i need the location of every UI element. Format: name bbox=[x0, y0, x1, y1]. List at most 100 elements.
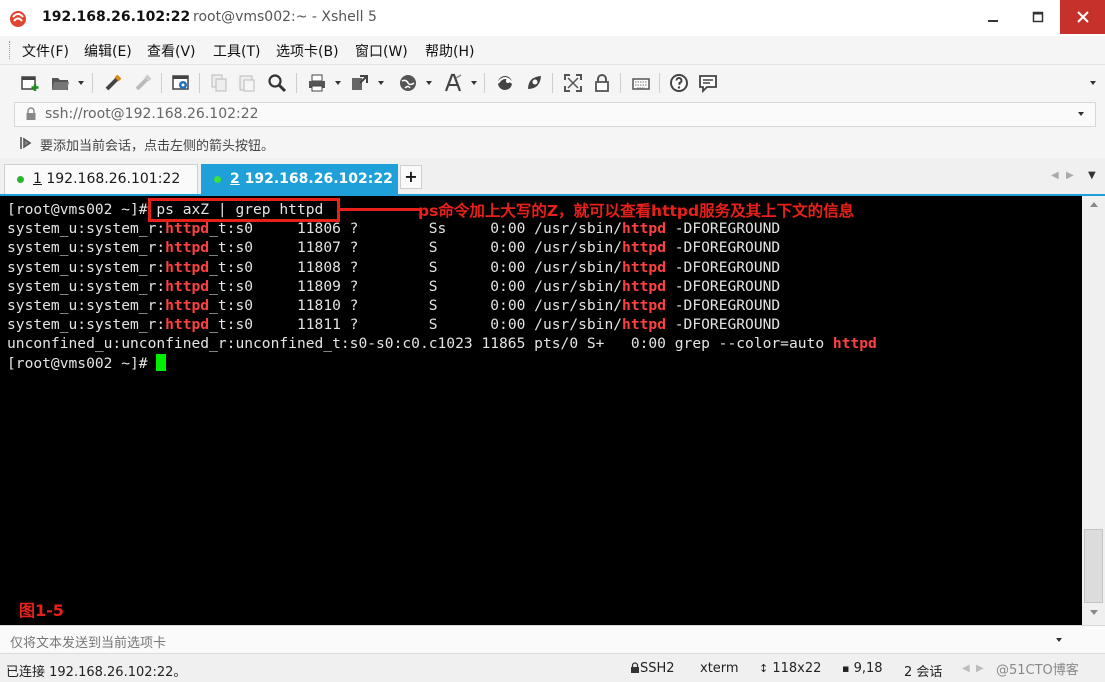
highlighted-match: httpd bbox=[622, 239, 666, 257]
help-icon[interactable] bbox=[668, 72, 690, 94]
compose-bar[interactable]: 仅将文本发送到当前选项卡 bbox=[0, 625, 1105, 654]
menu-help[interactable]: 帮助(H) bbox=[425, 41, 474, 61]
terminal-text: _t:s0 11808 ? S 0:00 /usr/sbin/ bbox=[209, 258, 623, 276]
terminal-output: [root@vms002 ~]# ps axZ | grep httpd syst… bbox=[7, 200, 877, 373]
print-dropdown-icon[interactable] bbox=[335, 81, 341, 85]
chat-icon[interactable] bbox=[697, 72, 719, 94]
copy-icon[interactable] bbox=[208, 72, 230, 94]
xshell-logo-icon bbox=[10, 11, 26, 27]
protocol-value: SSH2 bbox=[640, 661, 675, 676]
lock-icon[interactable] bbox=[591, 72, 613, 94]
paste-icon[interactable] bbox=[236, 72, 258, 94]
close-button[interactable] bbox=[1060, 0, 1105, 34]
new-tab-button[interactable]: + bbox=[400, 165, 422, 189]
xftp-icon[interactable] bbox=[494, 72, 516, 94]
annotation-arrow bbox=[340, 208, 422, 211]
window-title-host: 192.168.26.102:22 bbox=[42, 9, 191, 25]
toolbar-separator bbox=[659, 73, 660, 93]
menu-file[interactable]: 文件(F) bbox=[22, 41, 69, 61]
terminal-line: system_u:system_r:httpd_t:s0 11806 ? Ss … bbox=[7, 219, 877, 238]
scroll-up-icon[interactable] bbox=[1090, 202, 1098, 207]
terminal-text: unconfined_u:unconfined_r:unconfined_t:s… bbox=[7, 335, 833, 353]
toolbar-separator bbox=[161, 73, 162, 93]
toolbar bbox=[0, 64, 1105, 101]
print-icon[interactable] bbox=[306, 72, 328, 94]
address-input[interactable]: ssh://root@192.168.26.102:22 bbox=[14, 102, 1096, 127]
terminal-text: -DFOREGROUND bbox=[665, 258, 781, 276]
tab-session-2[interactable]: 2 192.168.26.102:22 bbox=[201, 164, 398, 194]
tab-list-dropdown-icon[interactable]: ▼ bbox=[1088, 170, 1096, 181]
globe-icon[interactable] bbox=[397, 72, 419, 94]
font-icon[interactable] bbox=[442, 72, 464, 94]
scroll-thumb[interactable] bbox=[1084, 529, 1103, 603]
status-scroll-left-icon[interactable]: ◀ bbox=[962, 663, 970, 674]
connected-status-icon bbox=[214, 176, 221, 183]
font-dropdown-icon[interactable] bbox=[471, 81, 477, 85]
terminal-text: _t:s0 11809 ? S 0:00 /usr/sbin/ bbox=[209, 277, 623, 295]
title-bar: 192.168.26.102:22 root@vms002:~ - Xshell… bbox=[0, 0, 1105, 36]
tab-session-1[interactable]: 1 192.168.26.101:22 bbox=[4, 164, 198, 194]
open-folder-icon[interactable] bbox=[49, 72, 71, 94]
status-scroll-right-icon[interactable]: ▶ bbox=[976, 663, 984, 674]
address-dropdown-icon[interactable] bbox=[1078, 112, 1084, 116]
highlighted-match: httpd bbox=[165, 258, 210, 276]
maximize-button[interactable] bbox=[1015, 0, 1060, 34]
terminal-area[interactable]: [root@vms002 ~]# ps axZ | grep httpd syst… bbox=[0, 196, 1082, 625]
tab-label: 192.168.26.102:22 bbox=[239, 171, 393, 187]
tab-scroll-right-icon[interactable]: ▶ bbox=[1066, 170, 1074, 181]
terminal-size-value: 118x22 bbox=[772, 661, 822, 676]
terminal-cursor bbox=[156, 353, 167, 371]
tab-number: 2 bbox=[230, 171, 240, 187]
globe-dropdown-icon[interactable] bbox=[426, 81, 432, 85]
terminal-text: system_u:system_r: bbox=[7, 316, 166, 334]
menu-view[interactable]: 查看(V) bbox=[147, 41, 196, 61]
close-icon bbox=[1076, 11, 1089, 23]
keyboard-icon[interactable] bbox=[630, 72, 652, 94]
transfer-dropdown-icon[interactable] bbox=[378, 81, 384, 85]
menu-window[interactable]: 窗口(W) bbox=[355, 41, 408, 61]
menu-tabs[interactable]: 选项卡(B) bbox=[276, 41, 339, 61]
reconnect-icon[interactable] bbox=[102, 72, 124, 94]
terminal-line: [root@vms002 ~]# bbox=[7, 353, 877, 373]
disconnect-icon[interactable] bbox=[132, 72, 154, 94]
session-count: 2 会话 bbox=[904, 665, 943, 680]
highlighted-match: httpd bbox=[832, 335, 877, 353]
menu-bar: 文件(F) 编辑(E) 查看(V) 工具(T) 选项卡(B) 窗口(W) 帮助(… bbox=[0, 36, 1105, 64]
transfer-icon[interactable] bbox=[349, 72, 371, 94]
toolbar-separator bbox=[92, 73, 93, 93]
minimize-button[interactable] bbox=[970, 0, 1015, 34]
minimize-icon bbox=[987, 20, 998, 22]
status-bar: 已连接 192.168.26.102:22。 SSH2 xterm ↕ 118x… bbox=[0, 653, 1105, 682]
tab-bar: 1 192.168.26.101:22 2 192.168.26.102:22 bbox=[0, 158, 1105, 196]
fullscreen-icon[interactable] bbox=[562, 72, 584, 94]
tab-scroll-left-icon[interactable]: ◀ bbox=[1051, 170, 1059, 181]
menu-edit[interactable]: 编辑(E) bbox=[84, 41, 132, 61]
xmanager-icon[interactable] bbox=[523, 72, 545, 94]
menu-tools[interactable]: 工具(T) bbox=[213, 41, 260, 61]
connection-status: 已连接 192.168.26.102:22。 bbox=[6, 665, 187, 680]
terminal-text: _t:s0 11806 ? Ss 0:00 /usr/sbin/ bbox=[209, 220, 623, 238]
terminal-line: system_u:system_r:httpd_t:s0 11808 ? S 0… bbox=[7, 258, 877, 277]
highlighted-match: httpd bbox=[622, 296, 666, 314]
highlighted-match: httpd bbox=[622, 316, 666, 334]
annotation-text: ps命令加上大写的Z，就可以查看httpd服务及其上下文的信息 bbox=[418, 202, 855, 220]
highlighted-match: httpd bbox=[622, 277, 666, 295]
address-bar: ssh://root@192.168.26.102:22 bbox=[0, 100, 1105, 128]
bookmark-arrow-icon[interactable] bbox=[19, 136, 33, 150]
terminal-text: system_u:system_r: bbox=[7, 220, 166, 238]
tab-number: 1 bbox=[33, 171, 42, 187]
figure-label: 图1-5 bbox=[19, 601, 64, 620]
open-dropdown-icon[interactable] bbox=[78, 81, 84, 85]
terminal-scrollbar[interactable] bbox=[1082, 196, 1105, 625]
toolbar-overflow-icon[interactable] bbox=[1090, 81, 1096, 85]
properties-icon[interactable] bbox=[170, 72, 192, 94]
tab-label: 192.168.26.101:22 bbox=[41, 171, 181, 187]
compose-dropdown-icon[interactable] bbox=[1056, 638, 1062, 642]
lock-icon bbox=[631, 662, 639, 673]
terminal-text: _t:s0 11807 ? S 0:00 /usr/sbin/ bbox=[209, 239, 623, 257]
scroll-down-icon[interactable] bbox=[1090, 610, 1098, 615]
address-value: ssh://root@192.168.26.102:22 bbox=[45, 106, 259, 122]
find-icon[interactable] bbox=[266, 72, 288, 94]
new-session-icon[interactable] bbox=[19, 72, 41, 94]
command-highlight-box bbox=[148, 198, 340, 222]
